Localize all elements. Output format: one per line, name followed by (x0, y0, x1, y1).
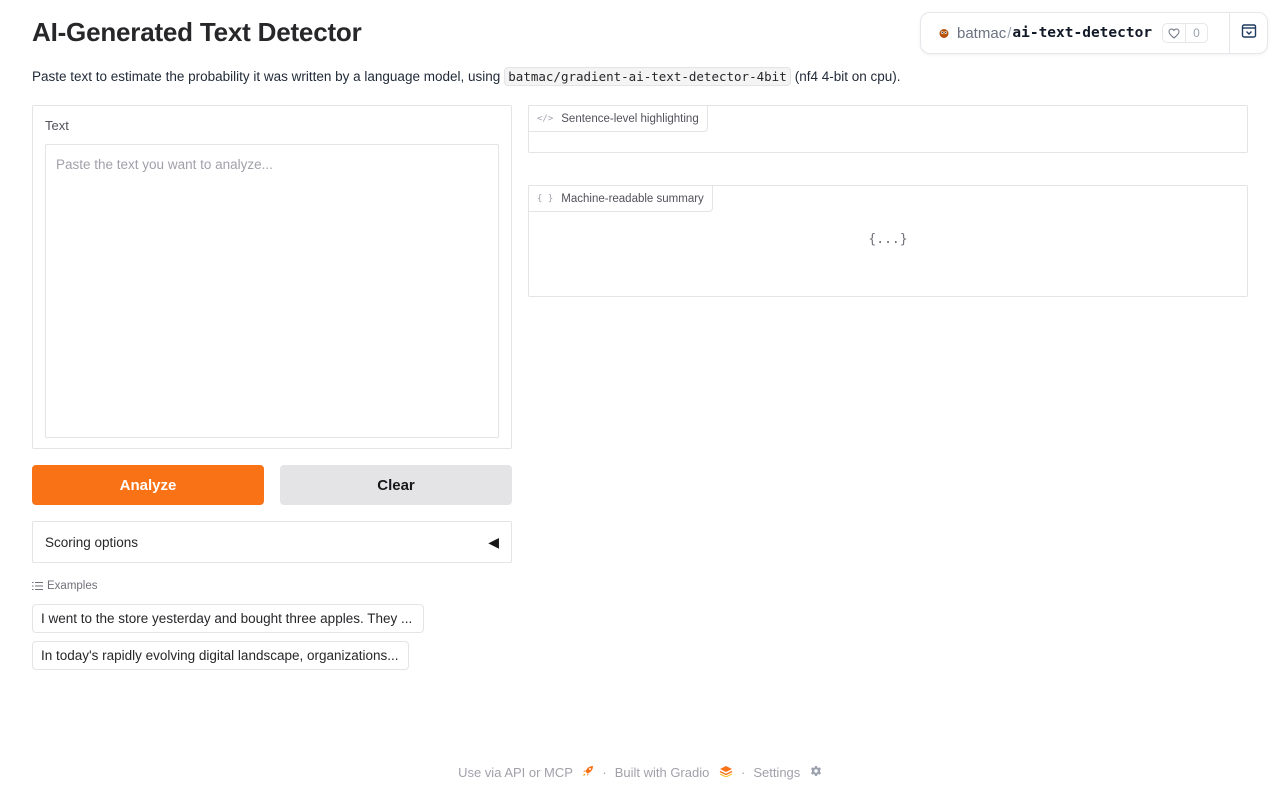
analyze-button[interactable]: Analyze (32, 465, 264, 505)
scoring-options-accordion[interactable]: Scoring options ◀ (32, 521, 512, 563)
collapse-header-button[interactable] (1229, 13, 1267, 53)
text-input-panel: Text (32, 105, 512, 449)
collapse-icon (1241, 23, 1257, 44)
api-link-text: Use via API or MCP (458, 765, 573, 780)
example-item[interactable]: I went to the store yesterday and bought… (32, 604, 424, 633)
json-empty-placeholder: {...} (868, 232, 908, 247)
caret-left-icon: ◀ (488, 533, 499, 550)
code-icon: </> (537, 113, 554, 124)
space-header-badge: batmac / ai-text-detector 0 (920, 12, 1268, 54)
space-separator: / (1007, 24, 1012, 42)
api-link[interactable]: Use via API or MCP (458, 765, 594, 780)
settings-link-text: Settings (753, 765, 801, 780)
examples-label: Examples (47, 580, 98, 592)
space-repo-link[interactable]: ai-text-detector (1012, 25, 1152, 41)
clear-button[interactable]: Clear (280, 465, 512, 505)
like-count: 0 (1193, 26, 1200, 40)
description-prefix: Paste text to estimate the probability i… (32, 69, 501, 84)
summary-output-label: { } Machine-readable summary (528, 185, 713, 212)
scoring-options-label: Scoring options (45, 534, 139, 550)
space-owner-link[interactable]: batmac (957, 25, 1006, 42)
json-icon: { } (537, 193, 554, 204)
rocket-icon (582, 765, 594, 777)
summary-output-panel: { } Machine-readable summary {...} (528, 185, 1248, 297)
description-suffix: (nf4 4-bit on cpu). (794, 69, 901, 84)
highlight-output-panel: </> Sentence-level highlighting (528, 105, 1248, 153)
model-id-code: batmac/gradient-ai-text-detector-4bit (504, 67, 791, 86)
footer: Use via API or MCP · Built with Gradio ·… (0, 765, 1280, 780)
settings-link[interactable]: Settings (753, 765, 822, 780)
text-input[interactable] (45, 144, 499, 438)
footer-separator: · (602, 765, 607, 780)
list-icon (32, 581, 43, 591)
summary-label-text: Machine-readable summary (561, 192, 704, 205)
heart-icon (1163, 24, 1187, 42)
example-item[interactable]: In today's rapidly evolving digital land… (32, 641, 409, 670)
page-title: AI-Generated Text Detector (32, 17, 362, 47)
highlight-label-text: Sentence-level highlighting (561, 112, 699, 125)
gradio-link[interactable]: Built with Gradio (615, 765, 733, 780)
like-button[interactable]: 0 (1162, 23, 1208, 43)
gradio-link-text: Built with Gradio (614, 765, 710, 780)
page-description: Paste text to estimate the probability i… (32, 67, 901, 86)
gear-icon (810, 765, 822, 777)
text-input-label: Text (45, 118, 69, 133)
highlight-output-label: </> Sentence-level highlighting (528, 105, 708, 132)
gradio-logo-icon (719, 765, 733, 777)
examples-header: Examples (32, 580, 98, 592)
footer-separator: · (740, 765, 746, 780)
owner-avatar-icon[interactable] (937, 26, 951, 40)
